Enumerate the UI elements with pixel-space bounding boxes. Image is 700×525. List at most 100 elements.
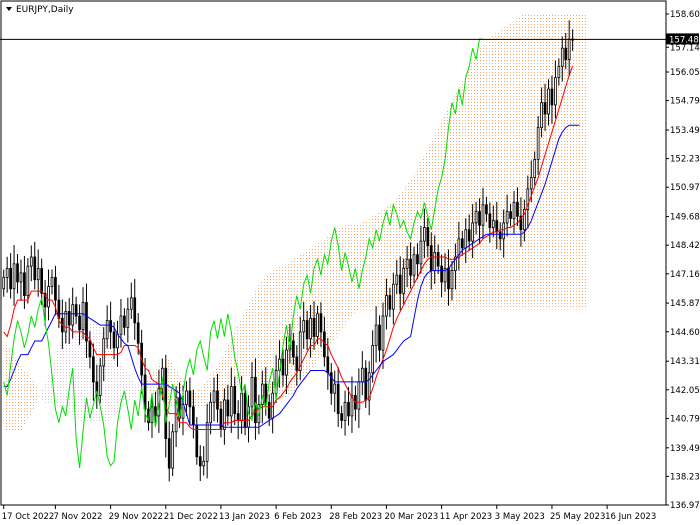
candle-body xyxy=(233,385,237,415)
candle-body xyxy=(340,413,343,421)
candle-body xyxy=(119,315,123,335)
kumo-segment xyxy=(503,25,508,310)
kumo-segment xyxy=(27,372,32,419)
candle-body xyxy=(398,274,402,294)
x-tick-label: 6 Feb 2023 xyxy=(274,512,322,522)
x-tick-label: 21 Dec 2022 xyxy=(164,512,218,522)
candle-body xyxy=(26,265,30,296)
y-tick-label: 156.050 xyxy=(670,68,700,78)
candle-body xyxy=(467,229,471,242)
candle-body xyxy=(136,322,140,344)
kumo-segment xyxy=(248,297,252,378)
kumo-segment xyxy=(372,213,377,310)
candle-body xyxy=(36,267,40,281)
candle-body xyxy=(309,317,312,340)
kumo-segment xyxy=(572,14,577,310)
candle-body xyxy=(254,376,257,424)
current-price-badge: 157.486 xyxy=(666,33,700,45)
candle-body xyxy=(12,263,16,290)
candle-body xyxy=(474,211,478,224)
x-tick-label: 13 Jan 2023 xyxy=(219,512,270,522)
candle-body xyxy=(98,365,102,396)
candle-body xyxy=(378,324,381,351)
kumo-segment xyxy=(110,347,115,421)
candle-body xyxy=(560,47,564,67)
kumo-segment xyxy=(289,259,294,396)
candle-body xyxy=(491,220,495,228)
candle-body xyxy=(71,304,75,326)
candle-body xyxy=(540,102,543,129)
candle-body xyxy=(264,383,268,403)
candle-body xyxy=(426,227,430,247)
kumo-segment xyxy=(500,27,504,310)
candle-body xyxy=(150,406,154,424)
kumo-segment xyxy=(245,304,249,378)
kumo-segment xyxy=(493,32,497,310)
x-tick-label: 17 Oct 2022 xyxy=(2,512,55,522)
chart-window[interactable]: 158.605157.140156.050154.790153.495152.2… xyxy=(0,0,700,525)
candle-body xyxy=(529,177,533,190)
kumo-segment xyxy=(203,379,208,407)
kumo-segment xyxy=(579,14,583,310)
candle-body xyxy=(433,252,437,272)
kumo-segment xyxy=(524,14,528,310)
candle-body xyxy=(505,211,509,224)
candle-body xyxy=(564,47,568,60)
kumo-segment xyxy=(220,352,225,407)
candle-body xyxy=(319,313,323,333)
kumo-segment xyxy=(407,179,411,310)
candle-body xyxy=(488,213,492,228)
kumo-segment xyxy=(472,52,477,310)
kumo-segment xyxy=(551,14,556,310)
kumo-segment xyxy=(255,284,259,380)
candle-body xyxy=(409,258,412,276)
candle-body xyxy=(302,320,306,333)
candle-body xyxy=(205,422,209,462)
y-tick-label: 148.420 xyxy=(670,241,700,251)
candle-body xyxy=(109,320,112,333)
candle-body xyxy=(9,267,12,290)
x-tick-label: 11 Apr 2023 xyxy=(440,512,493,522)
kumo-segment xyxy=(520,14,525,310)
candle-body xyxy=(450,270,454,290)
y-tick-label: 158.605 xyxy=(670,10,700,20)
kumo-segment xyxy=(365,218,370,310)
y-tick-label: 138.235 xyxy=(670,472,700,482)
candle-body xyxy=(557,65,561,79)
kumo-segment xyxy=(538,14,542,310)
candle-body xyxy=(47,286,50,308)
y-tick-label: 139.495 xyxy=(670,444,700,454)
candle-body xyxy=(312,317,316,337)
candle-body xyxy=(29,256,33,267)
kumo-segment xyxy=(127,372,132,403)
candle-body xyxy=(81,302,85,331)
candle-body xyxy=(129,297,133,310)
kumo-segment xyxy=(224,345,228,403)
kumo-segment xyxy=(303,250,308,380)
candle-body xyxy=(185,390,188,405)
candle-body xyxy=(326,356,330,374)
candle-body xyxy=(323,331,326,358)
kumo-segment xyxy=(555,14,559,310)
candle-body xyxy=(460,238,464,249)
kumo-segment xyxy=(241,311,246,380)
candle-body xyxy=(395,274,399,285)
candle-body xyxy=(240,392,243,421)
candle-body xyxy=(502,222,506,240)
candle-body xyxy=(16,263,19,283)
candle-body xyxy=(54,277,57,301)
kumo-segment xyxy=(355,225,359,312)
kumo-segment xyxy=(79,322,84,423)
chart-canvas[interactable]: 158.605157.140156.050154.790153.495152.2… xyxy=(0,0,700,525)
kumo-segment xyxy=(465,66,470,310)
kumo-segment xyxy=(517,16,521,310)
kumo-segment xyxy=(234,325,239,389)
candle-body xyxy=(212,390,216,403)
candle-body xyxy=(23,272,26,296)
kumo-segment xyxy=(24,370,28,425)
y-tick-label: 153.495 xyxy=(670,126,700,136)
kumo-segment xyxy=(317,241,321,362)
chart-title: EURJPY,Daily xyxy=(6,5,74,15)
candle-body xyxy=(88,340,92,358)
candle-body xyxy=(554,77,557,106)
